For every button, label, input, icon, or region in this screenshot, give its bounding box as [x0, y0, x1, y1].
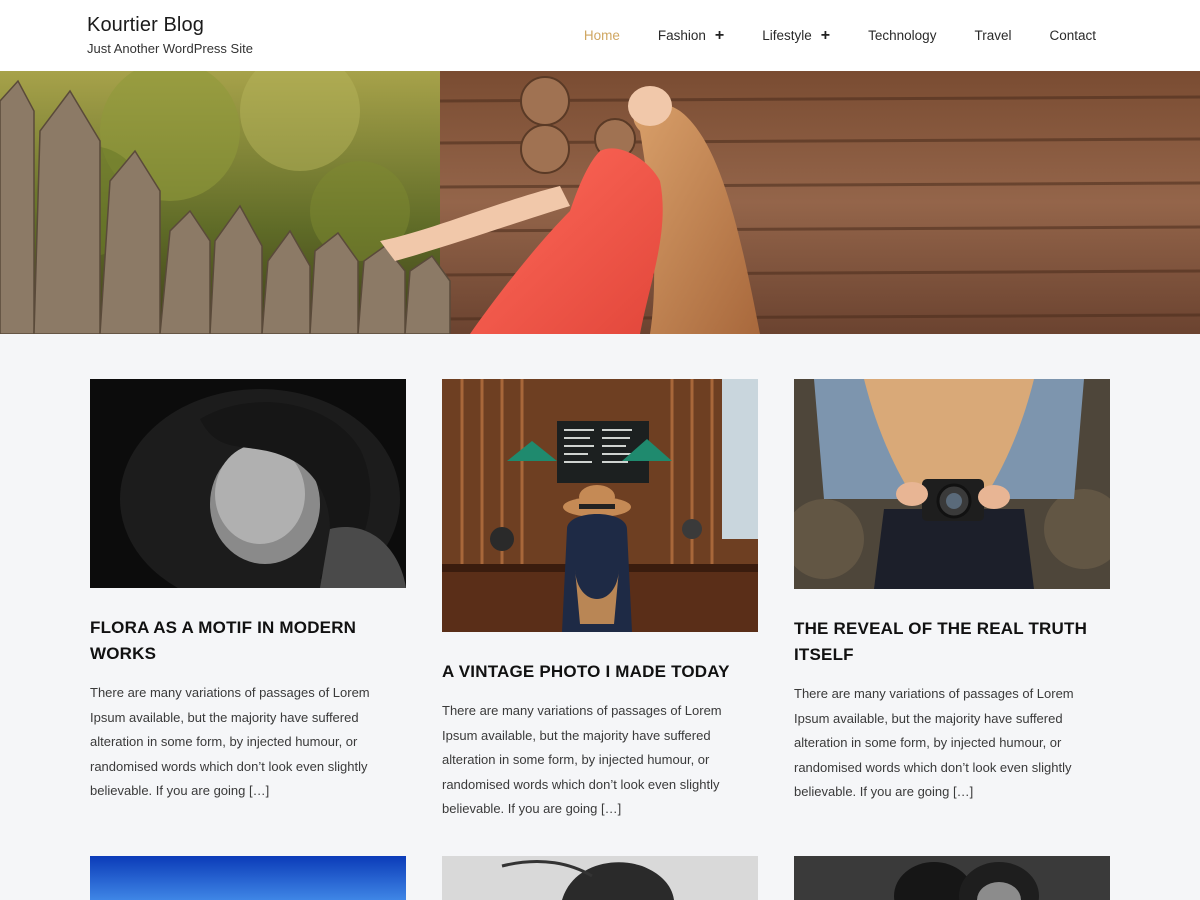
- nav-item-label: Travel: [974, 28, 1012, 43]
- site-title[interactable]: Kourtier Blog: [87, 12, 253, 38]
- plus-icon[interactable]: +: [715, 27, 724, 44]
- site-branding: Kourtier Blog Just Another WordPress Sit…: [87, 12, 253, 57]
- post-excerpt-text: There are many variations of passages of…: [90, 685, 370, 799]
- read-more-link[interactable]: […]: [249, 783, 269, 798]
- read-more-link[interactable]: […]: [953, 784, 973, 799]
- site-tagline: Just Another WordPress Site: [87, 41, 253, 56]
- post-excerpt-text: There are many variations of passages of…: [794, 686, 1074, 800]
- post-title[interactable]: A VINTAGE PHOTO I MADE TODAY: [442, 659, 758, 685]
- nav-item-lifestyle[interactable]: Lifestyle +: [762, 27, 830, 44]
- nav-item-fashion[interactable]: Fashion +: [657, 27, 724, 44]
- post-card: THE REVEAL OF THE REAL TRUTH ITSELF Ther…: [794, 379, 1110, 805]
- post-excerpt-text: There are many variations of passages of…: [442, 703, 722, 817]
- post-card: A VINTAGE PHOTO I MADE TODAY There are m…: [442, 379, 758, 822]
- nav-item-label: Home: [583, 28, 620, 43]
- post-thumbnail[interactable]: [794, 379, 1110, 589]
- post-excerpt: There are many variations of passages of…: [794, 682, 1110, 805]
- site-header: Kourtier Blog Just Another WordPress Sit…: [0, 0, 1200, 71]
- nav-item-label: Contact: [1049, 28, 1096, 43]
- read-more-link[interactable]: […]: [601, 801, 621, 816]
- post-excerpt: There are many variations of passages of…: [90, 681, 406, 804]
- post-title[interactable]: THE REVEAL OF THE REAL TRUTH ITSELF: [794, 616, 1110, 668]
- nav-item-travel[interactable]: Travel: [974, 28, 1011, 43]
- nav-item-label: Lifestyle: [762, 28, 812, 43]
- post-thumbnail[interactable]: [794, 856, 1110, 900]
- nav-item-label: Technology: [868, 28, 937, 43]
- post-card: FLORA AS A MOTIF IN MODERN WORKS There a…: [90, 379, 406, 804]
- nav-item-contact[interactable]: Contact: [1049, 28, 1096, 43]
- post-thumbnail[interactable]: [442, 856, 758, 900]
- post-thumbnail[interactable]: [90, 379, 406, 588]
- post-thumbnail[interactable]: [442, 379, 758, 632]
- post-title[interactable]: FLORA AS A MOTIF IN MODERN WORKS: [90, 615, 406, 667]
- main-navigation: Home Fashion + Lifestyle + Technology Tr…: [546, 0, 1096, 71]
- post-thumbnail[interactable]: [90, 856, 406, 900]
- nav-item-technology[interactable]: Technology: [868, 28, 936, 43]
- nav-item-home[interactable]: Home: [584, 28, 620, 43]
- plus-icon[interactable]: +: [821, 27, 830, 44]
- hero-banner-image: [0, 71, 1200, 334]
- post-excerpt: There are many variations of passages of…: [442, 699, 758, 822]
- nav-item-label: Fashion: [657, 28, 706, 43]
